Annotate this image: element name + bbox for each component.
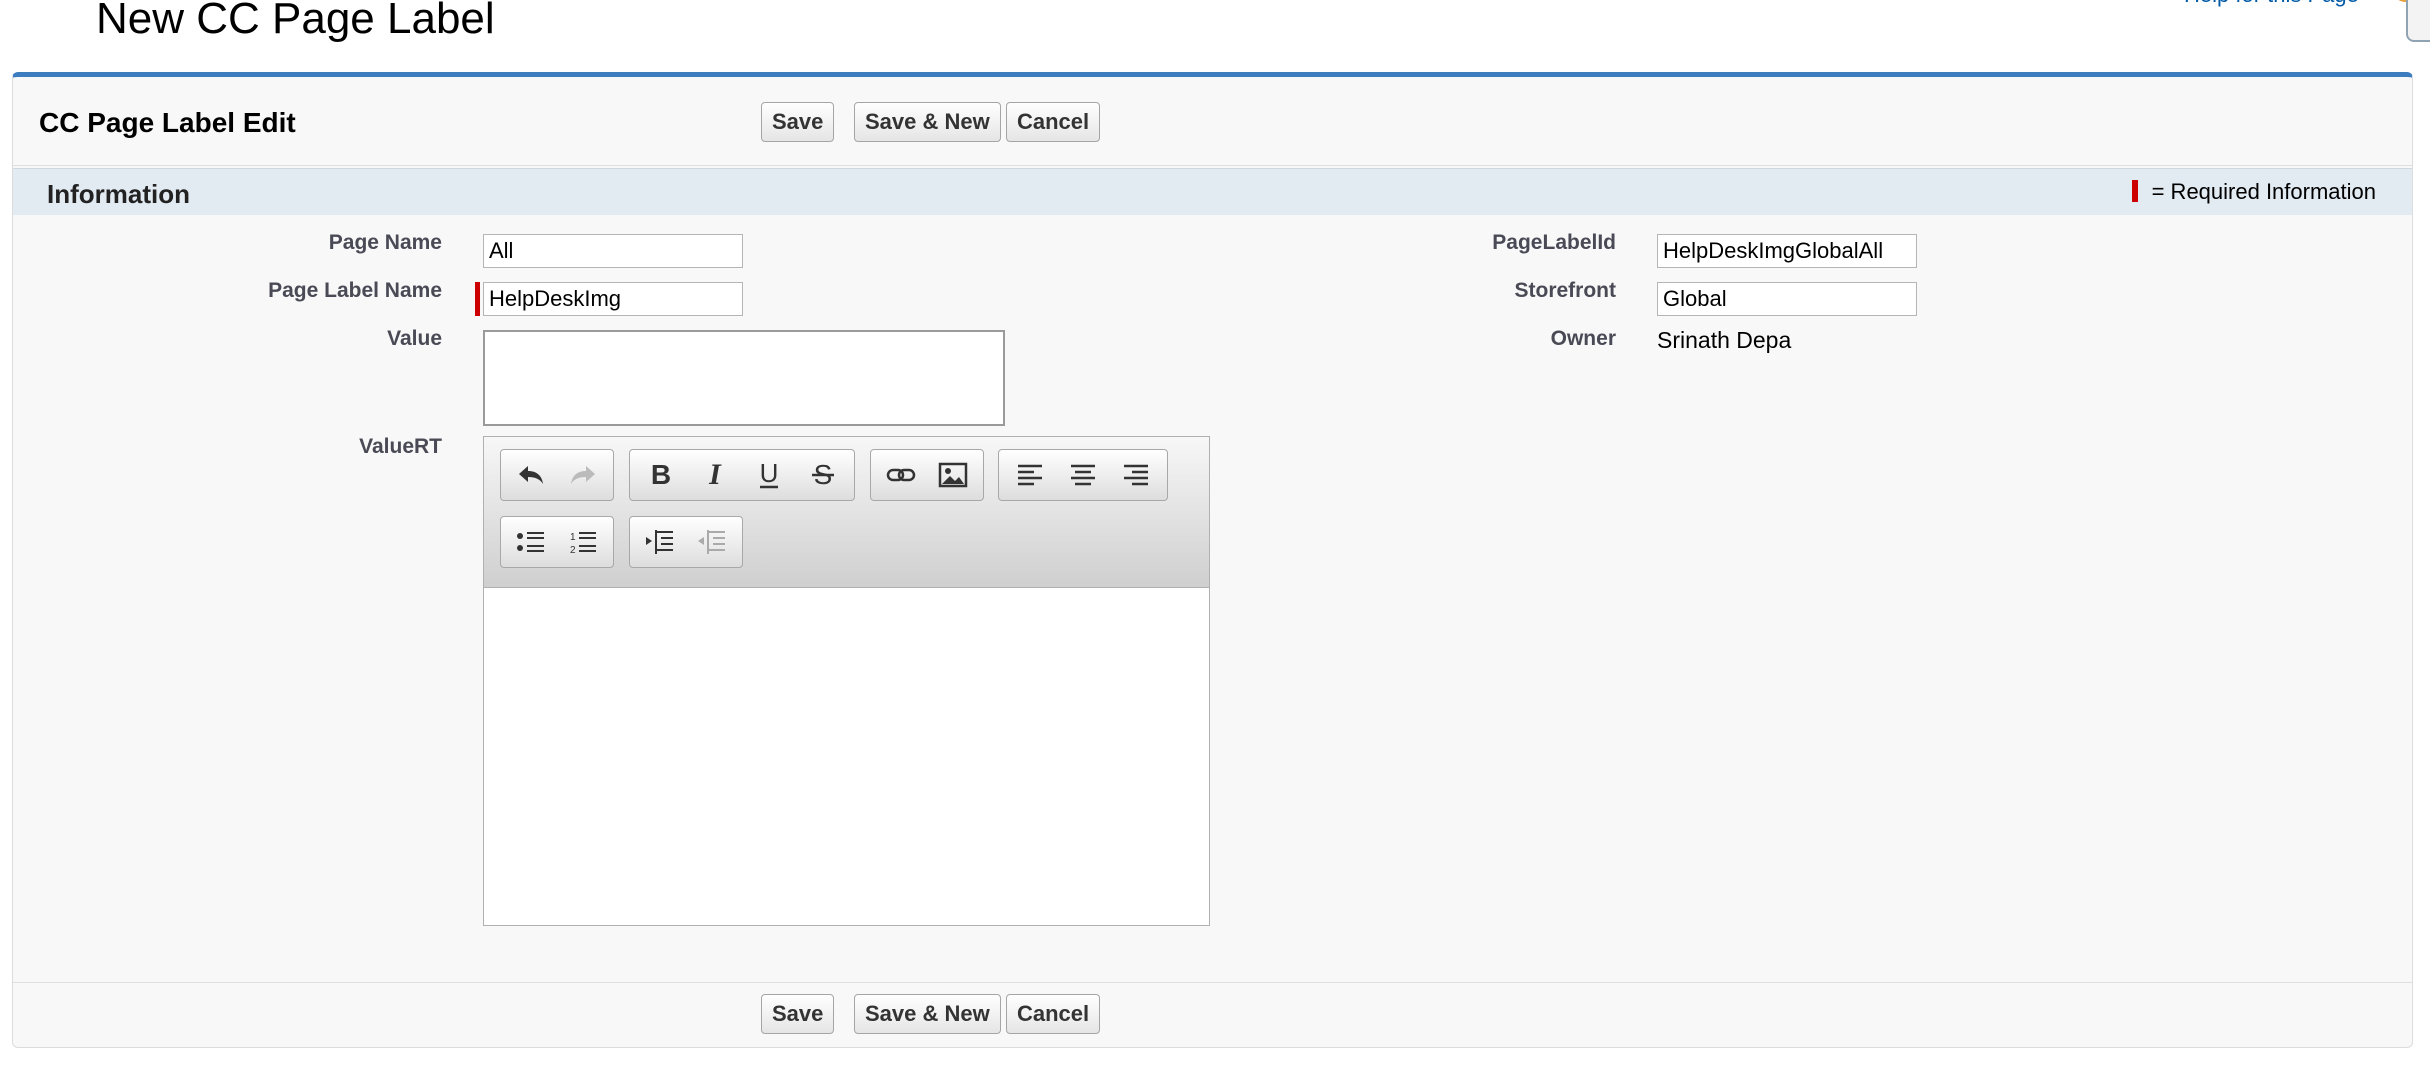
panel-title: CC Page Label Edit bbox=[39, 107, 296, 138]
required-marker bbox=[2131, 180, 2138, 202]
rich-text-editor[interactable]: B I U S 1 2 bbox=[483, 436, 1210, 926]
toolbar-group-indent bbox=[629, 516, 743, 568]
toolbar-group-align bbox=[998, 449, 1168, 501]
numbered-list-icon[interactable]: 12 bbox=[557, 520, 609, 564]
undo-icon[interactable] bbox=[505, 453, 557, 497]
help-link[interactable]: Help for this Page bbox=[2184, 0, 2359, 8]
required-legend-text: = Required Information bbox=[2151, 179, 2376, 204]
storefront-input[interactable]: Global bbox=[1657, 282, 1917, 316]
footer-divider bbox=[13, 982, 2412, 983]
required-legend: = Required Information bbox=[2131, 179, 2376, 205]
page-title: New CC Page Label bbox=[96, 0, 495, 43]
indent-icon[interactable] bbox=[634, 520, 686, 564]
bulleted-list-icon[interactable] bbox=[505, 520, 557, 564]
svg-text:B: B bbox=[651, 460, 671, 490]
toolbar-group-format: B I U S bbox=[629, 449, 855, 501]
owner-value: Srinath Depa bbox=[1657, 327, 1792, 353]
outdent-icon[interactable] bbox=[686, 520, 738, 564]
svg-text:U: U bbox=[760, 460, 779, 488]
footer-save-new-button[interactable]: Save & New bbox=[854, 994, 1001, 1034]
value-rt-label: ValueRT bbox=[359, 435, 442, 458]
page-label-id-label: PageLabelId bbox=[1492, 231, 1616, 254]
toolbar-group-lists: 12 bbox=[500, 516, 614, 568]
redo-icon[interactable] bbox=[557, 453, 609, 497]
section-title: Information bbox=[47, 179, 190, 209]
svg-text:I: I bbox=[708, 460, 722, 490]
strikethrough-icon[interactable]: S bbox=[796, 453, 850, 497]
align-right-icon[interactable] bbox=[1110, 453, 1163, 497]
page-label-id-input[interactable]: HelpDeskImgGlobalAll bbox=[1657, 234, 1917, 268]
save-button[interactable]: Save bbox=[761, 102, 835, 142]
svg-text:2: 2 bbox=[570, 545, 576, 554]
section-header[interactable]: Information = Required Information bbox=[13, 168, 2412, 215]
bold-icon[interactable]: B bbox=[634, 453, 688, 497]
panel-header: CC Page Label Edit Save Save & New Cance… bbox=[13, 77, 2412, 166]
toolbar-group-insert bbox=[870, 449, 984, 501]
align-center-icon[interactable] bbox=[1056, 453, 1109, 497]
cancel-button[interactable]: Cancel bbox=[1006, 102, 1101, 142]
italic-icon[interactable]: I bbox=[688, 453, 742, 497]
page-name-label: Page Name bbox=[328, 231, 442, 254]
page-name-input[interactable]: All bbox=[483, 234, 743, 268]
storefront-label: Storefront bbox=[1514, 279, 1617, 302]
rte-toolbar: B I U S 1 2 bbox=[484, 437, 1209, 588]
required-indicator bbox=[475, 282, 480, 316]
svg-text:1: 1 bbox=[570, 532, 576, 543]
save-new-button[interactable]: Save & New bbox=[854, 102, 1001, 142]
image-icon[interactable] bbox=[927, 453, 979, 497]
footer-save-button[interactable]: Save bbox=[761, 994, 835, 1034]
owner-label: Owner bbox=[1550, 327, 1616, 350]
edit-panel: CC Page Label Edit Save Save & New Cance… bbox=[12, 72, 2413, 1048]
rte-content-area[interactable] bbox=[484, 588, 1209, 925]
value-label: Value bbox=[387, 327, 442, 350]
page-label-name-label: Page Label Name bbox=[268, 279, 442, 302]
link-icon[interactable] bbox=[875, 453, 927, 497]
value-textarea[interactable] bbox=[483, 330, 1005, 426]
underline-icon[interactable]: U bbox=[742, 453, 796, 497]
align-left-icon[interactable] bbox=[1003, 453, 1056, 497]
footer-cancel-button[interactable]: Cancel bbox=[1006, 994, 1101, 1034]
toolbar-group-history bbox=[500, 449, 614, 501]
side-tab[interactable] bbox=[2406, 0, 2430, 42]
page-label-name-input[interactable]: HelpDeskImg bbox=[483, 282, 743, 316]
